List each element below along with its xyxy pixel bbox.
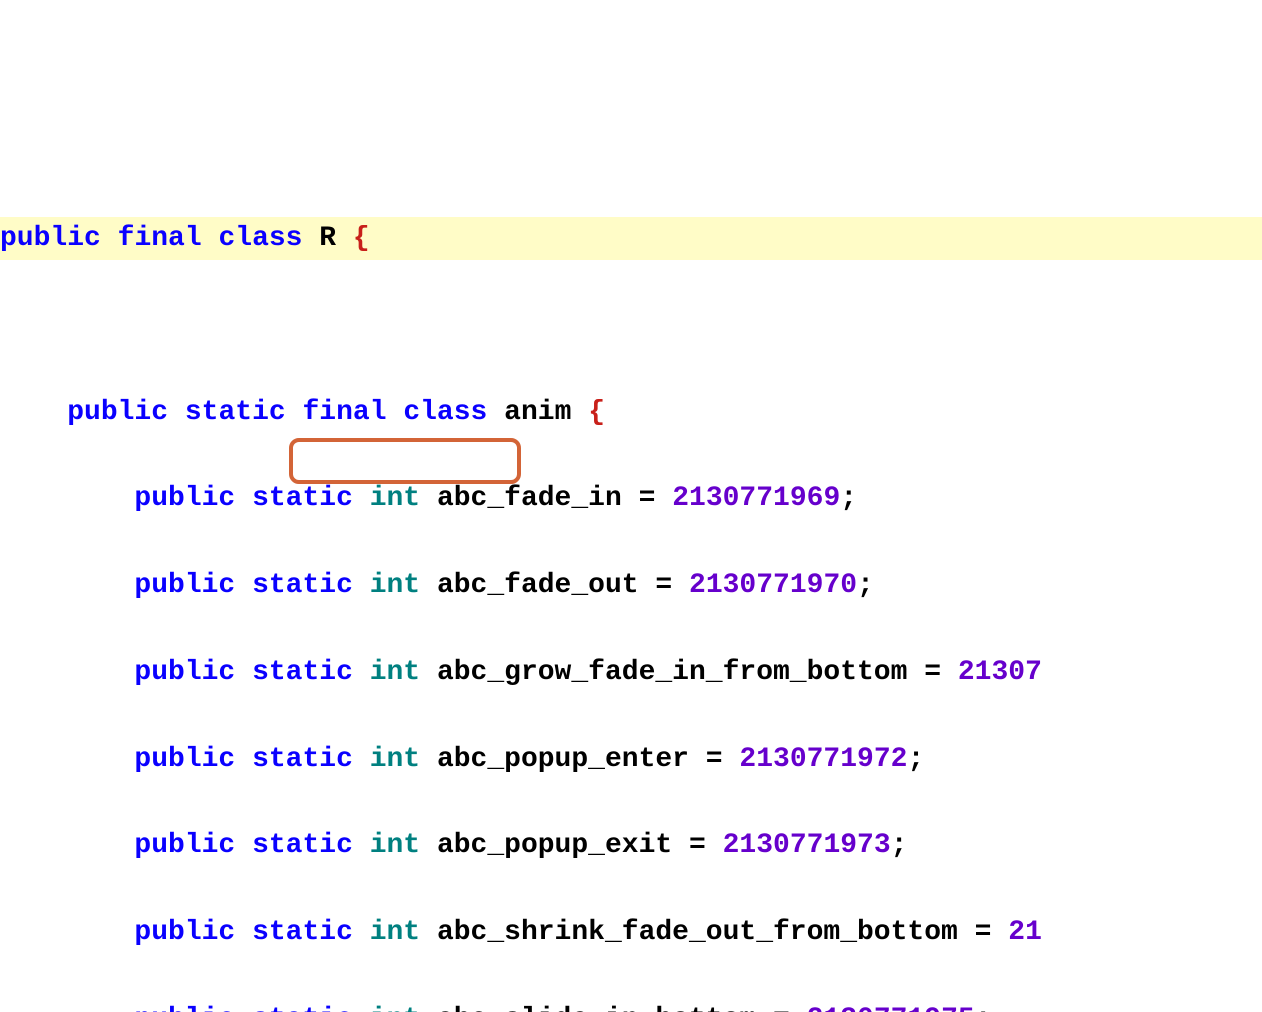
keyword-static: static [252, 570, 353, 601]
semicolon: ; [975, 1004, 992, 1012]
field-name: abc_slide_in_bottom [437, 1004, 756, 1012]
code-line-inner-decl: public static final class anim { [0, 391, 1262, 434]
code-line-field: public static int abc_fade_in = 21307719… [0, 477, 1262, 520]
equals: = [975, 917, 992, 948]
field-name: abc_grow_fade_in_from_bottom [437, 657, 907, 688]
field-value: 2130771969 [672, 483, 840, 514]
keyword-public: public [134, 483, 235, 514]
equals: = [924, 657, 941, 688]
keyword-public: public [134, 1004, 235, 1012]
semicolon: ; [891, 830, 908, 861]
equals: = [655, 570, 672, 601]
class-name: R [319, 223, 336, 254]
code-line-field: public static int abc_shrink_fade_out_fr… [0, 911, 1262, 954]
equals: = [689, 830, 706, 861]
type-int: int [370, 657, 420, 688]
equals: = [639, 483, 656, 514]
keyword-public: public [0, 223, 101, 254]
type-int: int [370, 483, 420, 514]
keyword-static: static [252, 1004, 353, 1012]
keyword-public: public [67, 397, 168, 428]
semicolon: ; [857, 570, 874, 601]
type-int: int [370, 570, 420, 601]
keyword-final: final [118, 223, 202, 254]
keyword-static: static [185, 397, 286, 428]
keyword-static: static [252, 483, 353, 514]
code-line-field: public static int abc_grow_fade_in_from_… [0, 651, 1262, 694]
keyword-public: public [134, 744, 235, 775]
code-line-field: public static int abc_popup_enter = 2130… [0, 738, 1262, 781]
field-name: abc_popup_enter [437, 744, 689, 775]
open-brace: { [353, 223, 370, 254]
field-value: 2130771975 [807, 1004, 975, 1012]
keyword-class: class [403, 397, 487, 428]
keyword-public: public [134, 657, 235, 688]
type-int: int [370, 917, 420, 948]
code-line-field: public static int abc_fade_out = 2130771… [0, 564, 1262, 607]
keyword-public: public [134, 830, 235, 861]
code-line-field: public static int abc_popup_exit = 21307… [0, 824, 1262, 867]
type-int: int [370, 830, 420, 861]
code-line-field: public static int abc_slide_in_bottom = … [0, 998, 1262, 1012]
keyword-public: public [134, 917, 235, 948]
semicolon: ; [840, 483, 857, 514]
field-value: 21307 [958, 657, 1042, 688]
keyword-static: static [252, 830, 353, 861]
field-name: abc_fade_in [437, 483, 622, 514]
type-int: int [370, 1004, 420, 1012]
field-value: 21 [1008, 917, 1042, 948]
field-name: abc_popup_exit [437, 830, 672, 861]
keyword-static: static [252, 657, 353, 688]
equals: = [773, 1004, 790, 1012]
field-name: abc_fade_out [437, 570, 639, 601]
type-int: int [370, 744, 420, 775]
equals: = [706, 744, 723, 775]
code-line-outer-decl: public final class R { [0, 217, 1262, 260]
class-name: anim [504, 397, 571, 428]
semicolon: ; [907, 744, 924, 775]
code-editor: public final class R { public static fin… [0, 174, 1262, 1012]
keyword-public: public [134, 570, 235, 601]
keyword-class: class [218, 223, 302, 254]
field-value: 2130771973 [723, 830, 891, 861]
keyword-static: static [252, 917, 353, 948]
field-name: abc_shrink_fade_out_from_bottom [437, 917, 958, 948]
blank-line [0, 304, 1262, 347]
keyword-final: final [303, 397, 387, 428]
keyword-static: static [252, 744, 353, 775]
field-value: 2130771970 [689, 570, 857, 601]
open-brace: { [588, 397, 605, 428]
field-value: 2130771972 [739, 744, 907, 775]
